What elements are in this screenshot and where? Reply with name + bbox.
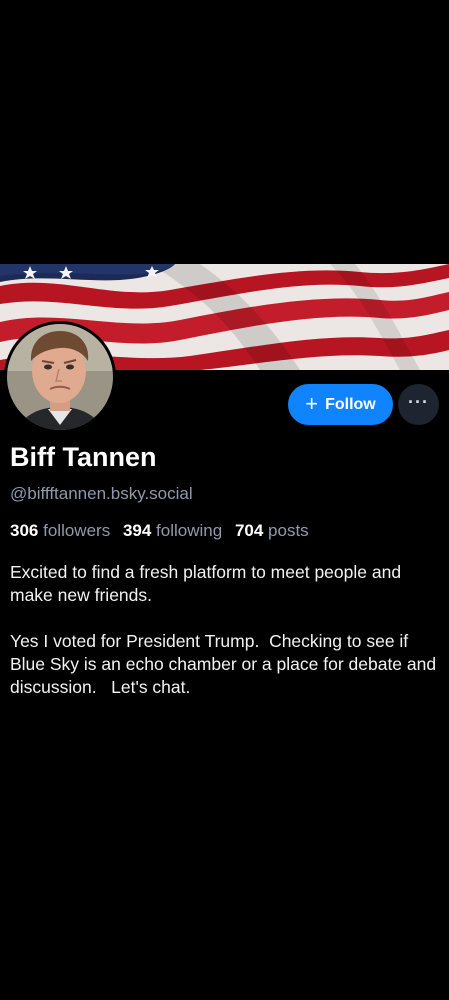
avatar-photo — [4, 321, 116, 433]
display-name: Biff Tannen — [10, 442, 157, 472]
profile-bio: Excited to find a fresh platform to meet… — [10, 561, 440, 722]
profile-stats: 306 followers 394 following 704 posts — [10, 521, 317, 541]
follow-button-label: Follow — [325, 395, 376, 413]
following-count: 394 — [122, 521, 152, 540]
bio-paragraph: Excited to find a fresh platform to meet… — [10, 562, 406, 605]
posts-label: posts — [268, 521, 309, 540]
ellipsis-icon: ··· — [408, 391, 429, 412]
posts-count: 704 — [234, 521, 264, 540]
following-label: following — [156, 521, 223, 540]
follow-button[interactable]: + Follow — [288, 384, 393, 425]
bio-paragraph: Yes I voted for President Trump. Checkin… — [10, 631, 441, 697]
handle: @biffftannen.bsky.social — [10, 484, 193, 503]
following-link[interactable]: 394 following — [123, 521, 230, 540]
followers-label: followers — [43, 521, 111, 540]
followers-link[interactable]: 306 followers — [10, 521, 118, 540]
posts-stat: 704 posts — [235, 521, 317, 540]
more-options-button[interactable]: ··· — [398, 384, 439, 425]
avatar[interactable] — [4, 321, 116, 433]
plus-icon: + — [305, 390, 319, 416]
followers-count: 306 — [10, 521, 39, 540]
